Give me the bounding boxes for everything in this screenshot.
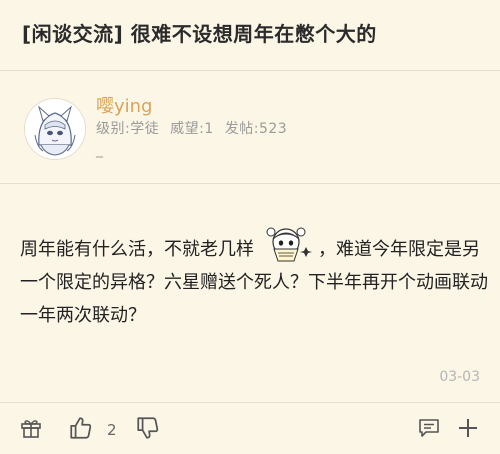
author-section: 嘤ying 级别:学徒 威望:1 发帖:523 _ [0,71,500,184]
plus-icon [459,419,477,437]
thread-title: [闲谈交流] 很难不设想周年在憋个大的 [22,22,377,46]
thumbs-down-icon [137,417,159,439]
gift-button[interactable] [16,413,46,443]
dislike-button[interactable] [133,413,163,443]
avatar-image [25,99,85,159]
more-button[interactable] [453,413,483,443]
like-count: 2 [107,421,117,439]
user-post-count: 发帖:523 [224,121,288,137]
post-content: 周年能有什么活，不就老几样 ，难道今年限定是另一个限定的异格？六星赠送个死人？下… [20,225,490,332]
like-button[interactable] [66,413,96,443]
title-bar: [闲谈交流] 很难不设想周年在憋个大的 [0,0,500,71]
post-date: 03-03 [439,369,480,385]
user-signature: _ [96,142,103,158]
comment-button[interactable] [414,413,444,443]
comment-icon [419,419,439,437]
avatar[interactable] [24,98,86,160]
user-meta: 级别:学徒 威望:1 发帖:523 [96,118,293,138]
user-level: 级别:学徒 [96,121,160,137]
gift-icon [21,420,41,438]
user-prestige: 威望:1 [170,121,214,137]
username[interactable]: 嘤ying [96,92,153,118]
sticker-emoji-icon [256,225,316,265]
action-bar: 2 [0,402,500,454]
thumbs-up-icon [70,417,92,439]
post-text-before: 周年能有什么活，不就老几样 [20,239,254,260]
